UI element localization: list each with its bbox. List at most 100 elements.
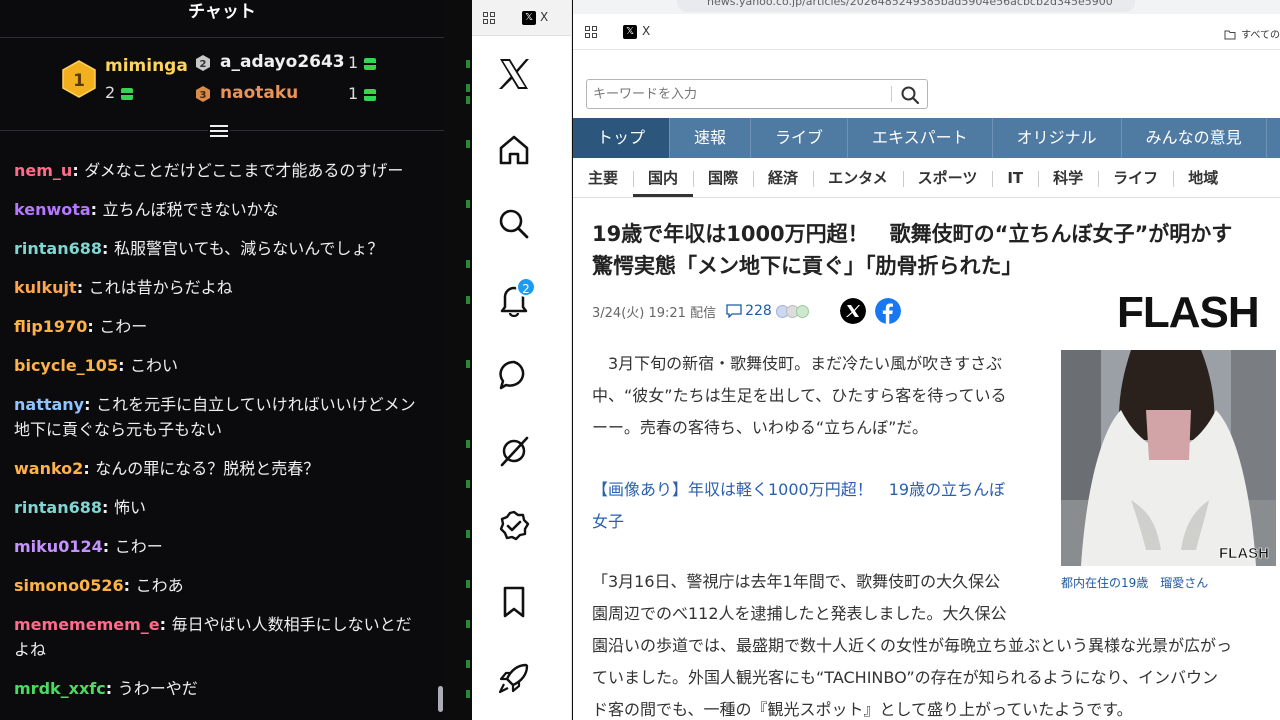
search-button-icon[interactable] xyxy=(899,84,921,106)
chat-username[interactable]: mrdk_xxfc xyxy=(14,679,106,698)
folder-icon xyxy=(1224,30,1236,40)
leaderboard-toggle[interactable] xyxy=(0,120,444,140)
chat-message: bicycle_105: こわい xyxy=(14,356,179,375)
article-photo[interactable]: FLASH xyxy=(1061,350,1276,566)
leaderboard-first-name[interactable]: miminga xyxy=(105,56,188,76)
chat-message-text: 私服警官いても、減らないんでしょ？ xyxy=(113,239,384,258)
publisher-logo[interactable]: FLASH xyxy=(1117,290,1267,336)
chat-message: wanko2: なんの罪になる？脱税と売春？ xyxy=(14,459,320,478)
chat-username[interactable]: nem_u xyxy=(14,161,72,180)
chat-username[interactable]: rintan688 xyxy=(14,239,102,258)
menu-lines-icon[interactable] xyxy=(208,123,230,139)
chat-message: memememem_e: 毎日やばい人数相手にしないとだよね xyxy=(14,615,412,659)
chat-message-text: うわーやだ xyxy=(117,679,198,698)
leaderboard-third-name[interactable]: naotaku xyxy=(220,83,298,103)
chat-message-text: こわー xyxy=(99,317,148,336)
nav-tab[interactable]: トップ xyxy=(573,118,671,158)
chat-username[interactable]: flip1970 xyxy=(14,317,87,336)
chat-username[interactable]: miku0124 xyxy=(14,537,103,556)
chat-message-list: nem_u: ダメなことだけどここまで才能あるのすげー kenwota: 立ちんぼ… xyxy=(14,158,424,715)
tab-grid-icon[interactable] xyxy=(483,12,495,24)
search-icon[interactable] xyxy=(496,206,532,242)
image-article-link[interactable]: 【画像あり】年収は軽く1000万円超！ 19歳の立ちんぼ 女子 xyxy=(592,474,1042,538)
nav-tab[interactable]: みんなの意見 xyxy=(1122,118,1267,158)
article-intro: 3月下旬の新宿・歌舞伎町。まだ冷たい風が吹きすさぶ 中、“彼女”たちは生足を出し… xyxy=(592,354,1007,437)
chat-message-text: これは昔からだよね xyxy=(88,278,233,297)
gift-icon xyxy=(121,87,134,100)
tab-grid-icon[interactable] xyxy=(585,26,597,38)
chat-divider xyxy=(0,37,444,38)
leaderboard-first-count: 2 xyxy=(105,83,134,102)
chat-message: mrdk_xxfc: うわーやだ xyxy=(14,679,198,698)
category-tab[interactable]: ライフ xyxy=(1098,160,1173,197)
browser-tab-row: 𝕏 X すべての xyxy=(573,14,1280,50)
tab-label[interactable]: X xyxy=(540,10,548,24)
category-tab[interactable]: IT xyxy=(992,160,1038,197)
chat-message-text: こわあ xyxy=(135,576,184,595)
chat-message: rintan688: 怖い xyxy=(14,498,146,517)
messages-icon[interactable] xyxy=(496,357,532,393)
rank-1-gold-badge-icon: 1 xyxy=(62,60,96,98)
chat-username[interactable]: bicycle_105 xyxy=(14,356,118,375)
chat-message-text: こわい xyxy=(130,356,179,375)
chat-message: nem_u: ダメなことだけどここまで才能あるのすげー xyxy=(14,161,404,180)
share-x-icon[interactable] xyxy=(840,298,866,324)
chat-username[interactable]: simono0526 xyxy=(14,576,124,595)
category-tab[interactable]: 国際 xyxy=(693,160,753,197)
chat-username[interactable]: rintan688 xyxy=(14,498,102,517)
gift-icon xyxy=(364,57,377,70)
chat-message-text: ダメなことだけどここまで才能あるのすげー xyxy=(84,161,404,180)
category-tab[interactable]: 地域 xyxy=(1173,160,1233,197)
chat-username[interactable]: kulkujt xyxy=(14,278,77,297)
chat-message-text: 立ちんぼ税できないかな xyxy=(102,200,279,219)
category-tab[interactable]: 経済 xyxy=(753,160,813,197)
x-favicon-icon: 𝕏 xyxy=(522,11,536,25)
chat-username[interactable]: kenwota xyxy=(14,200,91,219)
address-bar[interactable]: news.yahoo.co.jp/articles/2026485249385b… xyxy=(677,0,1135,12)
nav-tab[interactable]: ライブ xyxy=(751,118,849,158)
nav-tab[interactable]: オリジナル xyxy=(993,118,1122,158)
article-headline: 19歳で年収は1000万円超！ 歌舞伎町の“立ちんぼ女子”が明かす 驚愕実態「メ… xyxy=(592,222,1233,278)
browser-toolbar: news.yahoo.co.jp/articles/2026485249385b… xyxy=(573,0,1280,14)
grok-icon[interactable] xyxy=(496,433,532,469)
gift-leaderboard: 1 miminga 2 2 a_adayo2643 1 3 naotaku 1 xyxy=(0,50,444,120)
news-search-box xyxy=(586,79,928,109)
level-meter xyxy=(466,60,470,700)
chat-username[interactable]: wanko2 xyxy=(14,459,83,478)
category-tab[interactable]: 主要 xyxy=(573,160,633,197)
browser-tab-label[interactable]: X xyxy=(642,24,650,38)
leaderboard-second-count: 1 xyxy=(348,53,377,72)
home-icon[interactable] xyxy=(496,132,532,168)
chat-username[interactable]: memememem_e xyxy=(14,615,160,634)
chat-scrollbar[interactable] xyxy=(438,686,443,712)
leaderboard-second-name[interactable]: a_adayo2643 xyxy=(220,52,345,72)
panel-gap xyxy=(444,0,472,720)
bookmarks-icon[interactable] xyxy=(496,584,532,620)
news-main-nav: トップ速報ライブエキスパートオリジナルみんなの意見ランキ xyxy=(573,118,1280,158)
x-favicon-icon: 𝕏 xyxy=(623,25,637,39)
nav-tab[interactable]: ランキ xyxy=(1267,118,1280,158)
chat-message: flip1970: こわー xyxy=(14,317,148,336)
chat-title: チャット xyxy=(188,2,256,22)
x-tab-bar: 𝕏 X xyxy=(472,0,571,36)
category-tab[interactable]: 国内 xyxy=(633,160,694,197)
rocket-icon[interactable] xyxy=(496,660,532,696)
category-tab[interactable]: エンタメ xyxy=(813,160,903,197)
search-input[interactable] xyxy=(587,80,887,108)
share-facebook-icon[interactable] xyxy=(875,298,901,324)
article-meta: 3/24(火) 19:21 配信 228 xyxy=(592,300,809,322)
nav-tab[interactable]: 速報 xyxy=(670,118,752,158)
verified-icon[interactable] xyxy=(496,508,532,544)
x-logo-icon[interactable] xyxy=(496,56,532,92)
nav-tab[interactable]: エキスパート xyxy=(848,118,993,158)
x-sidebar: 𝕏 X 2 xyxy=(472,0,572,720)
all-bookmarks[interactable]: すべての xyxy=(1224,26,1280,41)
category-tab[interactable]: スポーツ xyxy=(902,160,993,197)
chat-username[interactable]: nattany xyxy=(14,395,84,414)
category-tab[interactable]: 科学 xyxy=(1038,160,1098,197)
comment-link[interactable]: 228 xyxy=(726,303,809,319)
news-category-nav: 主要 国内 国際 経済 エンタメ スポーツ IT 科学 ライフ 地域 xyxy=(573,160,1280,198)
svg-text:FLASH: FLASH xyxy=(1219,545,1269,562)
chat-message: nattany: これを元手に自立していければいいけどメン地下に貢ぐなら元も子も… xyxy=(14,395,416,439)
chat-message: kulkujt: これは昔からだよね xyxy=(14,278,233,297)
